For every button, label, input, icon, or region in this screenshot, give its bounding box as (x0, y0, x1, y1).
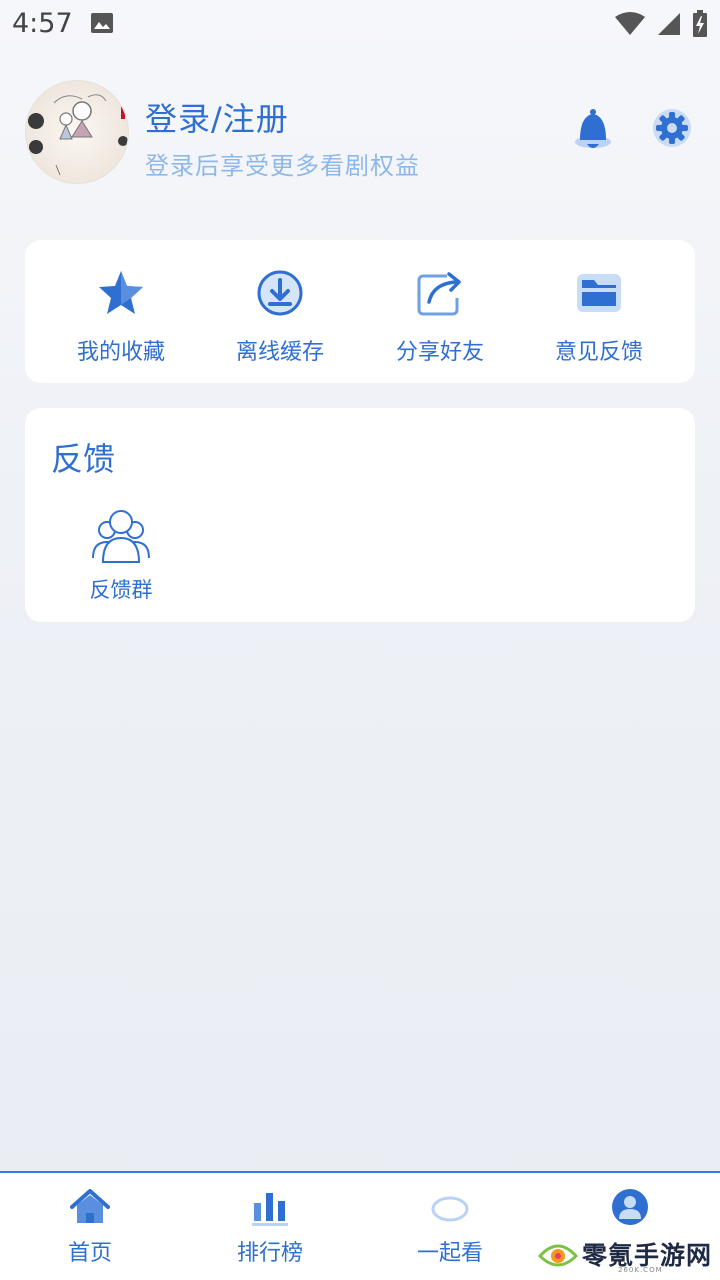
tab-ranking[interactable]: 排行榜 (180, 1173, 360, 1280)
watermark-logo-icon (537, 1238, 579, 1276)
tab-home[interactable]: 首页 (0, 1173, 180, 1280)
status-time: 4:57 (12, 8, 73, 39)
quick-label-favorites: 我的收藏 (76, 340, 165, 365)
status-bar: 4:57 (0, 0, 720, 48)
watermark: 零氪手游网 260K.COM (537, 1232, 720, 1280)
signal-icon (656, 11, 682, 41)
profile-header: 登录/注册 登录后享受更多看剧权益 (0, 78, 720, 188)
quick-actions-card: 我的收藏 离线缓存 分享好友 意见反馈 (25, 240, 695, 383)
feedback-group-button[interactable]: 反馈群 (73, 508, 169, 608)
quick-label-share-friends: 分享好友 (395, 340, 484, 365)
user-icon (610, 1187, 650, 1227)
favorites-button[interactable]: 我的收藏 (41, 240, 201, 383)
star-icon (96, 268, 146, 318)
group-icon (91, 508, 151, 564)
feedback-card: 反馈 反馈群 (25, 408, 695, 622)
share-icon (415, 268, 465, 318)
offline-cache-button[interactable]: 离线缓存 (200, 240, 360, 383)
gear-icon (652, 109, 692, 152)
ranking-icon (250, 1187, 290, 1227)
folder-icon (574, 268, 624, 318)
feedback-section-title: 反馈 (51, 440, 116, 478)
image-notification-icon (90, 12, 114, 38)
feedback-opinion-button[interactable]: 意见反馈 (519, 240, 679, 383)
share-friends-button[interactable]: 分享好友 (360, 240, 520, 383)
tab-ranking-label: 排行榜 (236, 1241, 303, 1266)
login-subtitle: 登录后享受更多看剧权益 (145, 152, 420, 180)
settings-button[interactable] (652, 108, 692, 148)
bell-icon (572, 109, 614, 156)
tab-watch-together[interactable]: 一起看 (360, 1173, 540, 1280)
battery-icon (692, 10, 708, 42)
home-icon (70, 1187, 110, 1227)
tab-home-label: 首页 (67, 1241, 112, 1266)
download-icon (255, 268, 305, 318)
avatar[interactable] (25, 80, 129, 184)
watermark-subtext: 260K.COM (618, 1266, 663, 1274)
notification-button[interactable] (572, 106, 614, 152)
wifi-icon (614, 11, 646, 41)
tab-watch-together-label: 一起看 (416, 1241, 483, 1266)
eye-icon (430, 1187, 470, 1227)
feedback-group-label: 反馈群 (89, 578, 153, 602)
quick-label-feedback: 意见反馈 (554, 340, 643, 365)
quick-label-offline-cache: 离线缓存 (235, 340, 324, 365)
login-register-link[interactable]: 登录/注册 (145, 94, 289, 140)
